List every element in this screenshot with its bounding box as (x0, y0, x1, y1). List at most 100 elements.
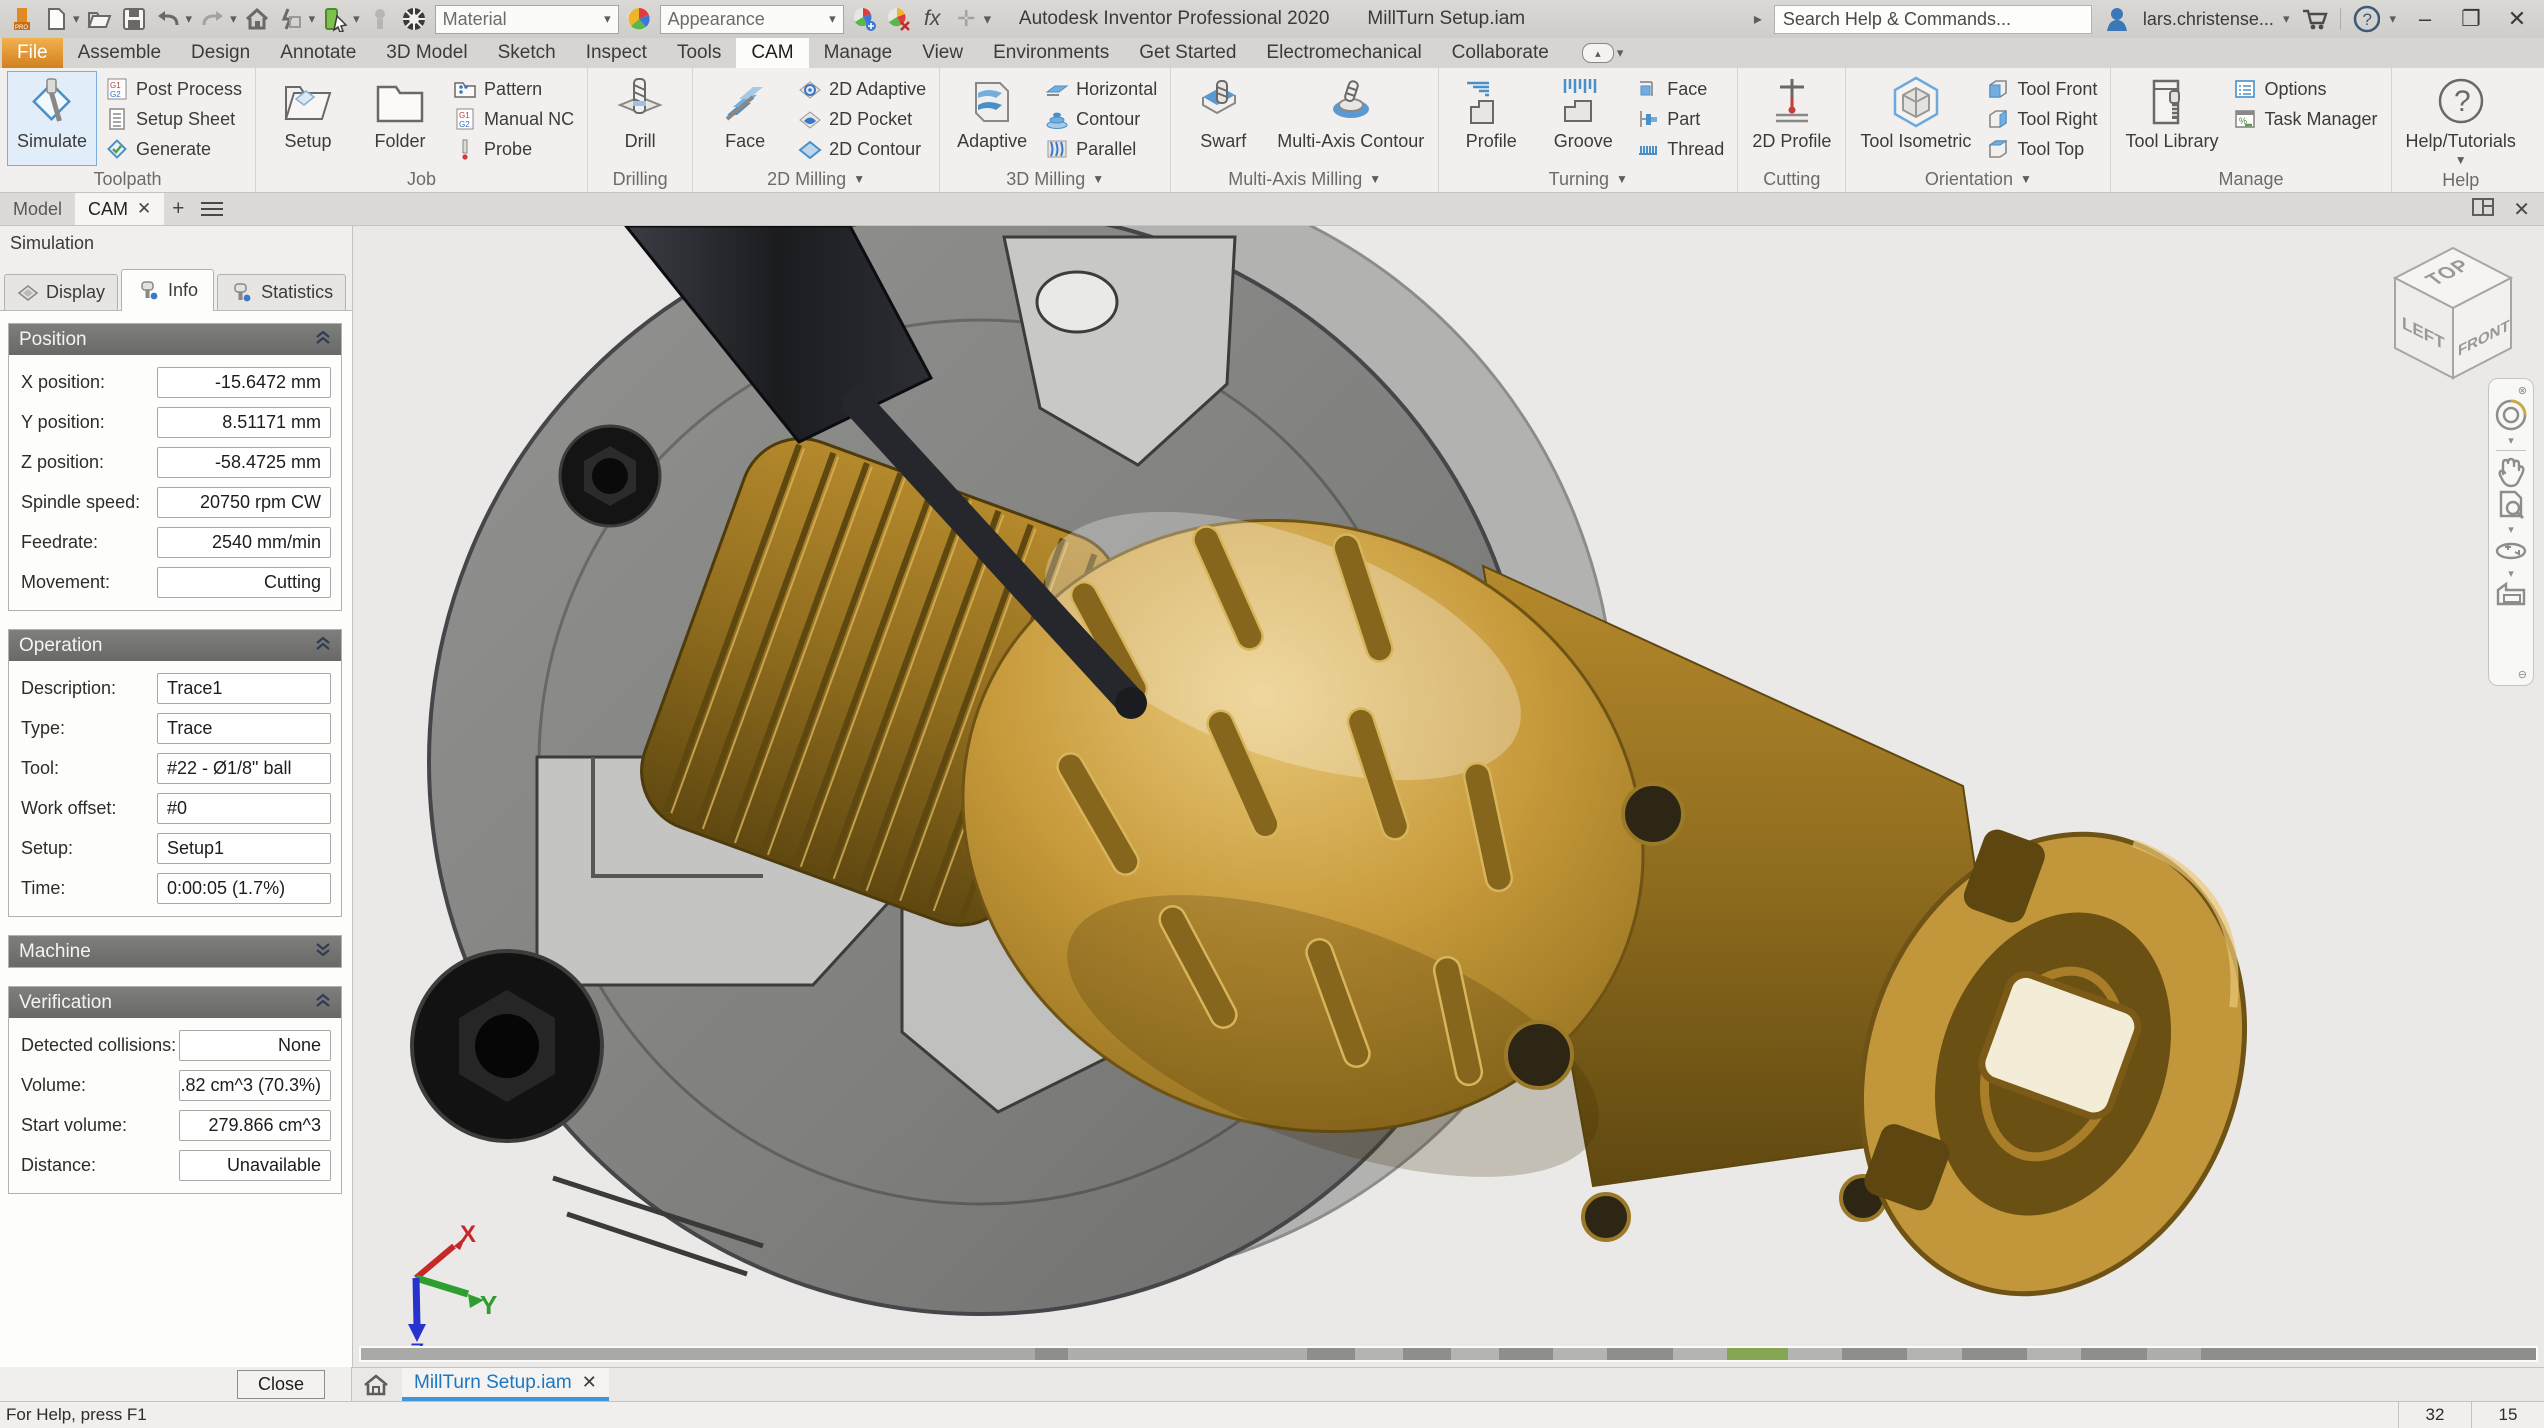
orbit-button[interactable] (2494, 536, 2528, 566)
turn-part-button[interactable]: Part (1630, 104, 1730, 134)
user-avatar-icon[interactable] (2104, 6, 2131, 33)
tab-sketch[interactable]: Sketch (483, 38, 571, 68)
pan-button[interactable] (2495, 454, 2527, 488)
2d-contour-button[interactable]: 2D Contour (792, 134, 932, 164)
appearance-dropdown[interactable]: Appearance▾ (660, 5, 844, 34)
zoom-caret[interactable]: ▾ (2508, 522, 2514, 536)
close-simulation-button[interactable]: Close (237, 1370, 325, 1399)
timeline-segment[interactable] (1553, 1348, 1607, 1360)
options-button[interactable]: Options (2227, 74, 2383, 104)
tool-top-button[interactable]: Tool Top (1980, 134, 2103, 164)
tab-display[interactable]: Display (4, 274, 118, 310)
tab-info[interactable]: Info (121, 269, 214, 311)
simulate-button[interactable]: Simulate (7, 71, 97, 166)
ribbon-group-label-drilling[interactable]: Drilling (590, 166, 690, 192)
timeline-segment[interactable] (2081, 1348, 2146, 1360)
ribbon-group-label-turning[interactable]: Turning▼ (1441, 166, 1735, 192)
clear-appearance-icon[interactable] (885, 6, 912, 33)
machine-expand-icon[interactable] (315, 941, 331, 963)
app-store-cart-icon[interactable] (2301, 6, 2328, 33)
timeline-segment[interactable] (2027, 1348, 2081, 1360)
generate-button[interactable]: Generate (99, 134, 248, 164)
tool-isometric-button[interactable]: Tool Isometric (1853, 71, 1978, 166)
setup-sheet-button[interactable]: Setup Sheet (99, 104, 248, 134)
tile-windows-icon[interactable] (2471, 196, 2495, 223)
browser-tab-model[interactable]: Model (0, 193, 75, 225)
tab-cam[interactable]: CAM (736, 38, 808, 68)
tool-library-button[interactable]: Tool Library (2118, 71, 2225, 166)
contour-button[interactable]: Contour (1039, 104, 1163, 134)
tab-get-started[interactable]: Get Started (1124, 38, 1251, 68)
timeline-segment[interactable] (1673, 1348, 1727, 1360)
timeline-segment[interactable] (361, 1348, 1035, 1360)
user-menu-caret[interactable]: ▾ (2283, 11, 2290, 27)
swarf-button[interactable]: Swarf (1178, 71, 1268, 166)
ribbon-group-label-orientation[interactable]: Orientation▼ (1848, 166, 2108, 192)
turn-face-button[interactable]: Face (1630, 74, 1730, 104)
select-tool-icon[interactable] (322, 6, 349, 33)
search-expand-arrow[interactable]: ▸ (1754, 9, 1762, 29)
select-dropdown[interactable]: ▾ (353, 11, 360, 27)
orbit-caret[interactable]: ▾ (2508, 566, 2514, 580)
timeline-segment[interactable] (1403, 1348, 1451, 1360)
signed-in-user[interactable]: lars.christense... (2143, 9, 2274, 30)
folder-button[interactable]: Folder (355, 71, 445, 166)
document-tab-millturn[interactable]: MillTurn Setup.iam✕ (402, 1368, 609, 1401)
ribbon-group-label-help[interactable]: Help (2394, 168, 2528, 192)
material-dropdown[interactable]: Material▾ (435, 5, 619, 34)
task-manager-button[interactable]: %Task Manager (2227, 104, 2383, 134)
probe-button[interactable]: Probe (447, 134, 580, 164)
cam-tab-close-icon[interactable]: ✕ (137, 199, 151, 219)
imate-dropdown[interactable]: ▾ (309, 11, 316, 27)
save-button[interactable] (121, 6, 148, 33)
color-wheel-icon[interactable] (626, 6, 653, 33)
turn-thread-button[interactable]: Thread (1630, 134, 1730, 164)
timeline-segment[interactable] (2147, 1348, 2201, 1360)
measure-plus-icon[interactable]: ✛ (953, 6, 980, 33)
help-menu-caret[interactable]: ▾ (2389, 11, 2396, 27)
help-tutorials-button[interactable]: ? Help/Tutorials ▼ (2399, 71, 2523, 168)
tab-collaborate[interactable]: Collaborate (1437, 38, 1564, 68)
timeline-segment[interactable] (1907, 1348, 1961, 1360)
drill-button[interactable]: Drill (595, 71, 685, 166)
navbar-close-icon[interactable]: ⊗ (2518, 383, 2533, 397)
adjust-appearance-icon[interactable] (851, 6, 878, 33)
tab-assemble[interactable]: Assemble (63, 38, 176, 68)
verification-collapse-icon[interactable] (315, 992, 331, 1014)
parallel-button[interactable]: Parallel (1039, 134, 1163, 164)
timeline-segment[interactable] (1307, 1348, 1355, 1360)
new-file-button[interactable] (42, 6, 69, 33)
verification-section-header[interactable]: Verification (9, 987, 341, 1018)
multi-axis-contour-button[interactable]: Multi-Axis Contour (1270, 71, 1431, 166)
look-at-button[interactable] (2494, 580, 2528, 610)
tab-electromechanical[interactable]: Electromechanical (1251, 38, 1436, 68)
tab-environments[interactable]: Environments (978, 38, 1124, 68)
pin-icon[interactable] (367, 6, 394, 33)
minimize-button[interactable]: – (2408, 4, 2442, 34)
close-document-icon[interactable]: ✕ (2513, 197, 2530, 222)
timeline-segment[interactable] (1788, 1348, 1842, 1360)
ribbon-group-label-job[interactable]: Job (258, 166, 585, 192)
3d-viewport[interactable]: X Y Z TOP LEFT FRONT ⊗ (353, 226, 2544, 1367)
operation-collapse-icon[interactable] (315, 635, 331, 657)
tab-file[interactable]: File (2, 38, 63, 68)
qat-customize-dropdown[interactable]: ▾ (984, 10, 992, 28)
2d-adaptive-button[interactable]: 2D Adaptive (792, 74, 932, 104)
help-icon[interactable]: ? (2353, 6, 2380, 33)
ribbon-group-label-cutting[interactable]: Cutting (1740, 166, 1843, 192)
turn-groove-button[interactable]: Groove (1538, 71, 1628, 166)
timeline-segment[interactable] (1451, 1348, 1499, 1360)
navigation-wheel-button[interactable] (2493, 397, 2529, 433)
timeline-segment[interactable] (1035, 1348, 1068, 1360)
turn-profile-button[interactable]: Profile (1446, 71, 1536, 166)
face-mill-button[interactable]: Face (700, 71, 790, 166)
setup-button[interactable]: Setup (263, 71, 353, 166)
aperture-icon[interactable] (401, 6, 428, 33)
ribbon-collapse-button[interactable]: ▴ (1582, 43, 1614, 63)
timeline-segment[interactable] (1499, 1348, 1553, 1360)
open-button[interactable] (87, 6, 114, 33)
2d-profile-button[interactable]: 2D Profile (1745, 71, 1838, 166)
undo-dropdown[interactable]: ▾ (186, 11, 193, 27)
tab-tools[interactable]: Tools (662, 38, 736, 68)
horizontal-button[interactable]: Horizontal (1039, 74, 1163, 104)
